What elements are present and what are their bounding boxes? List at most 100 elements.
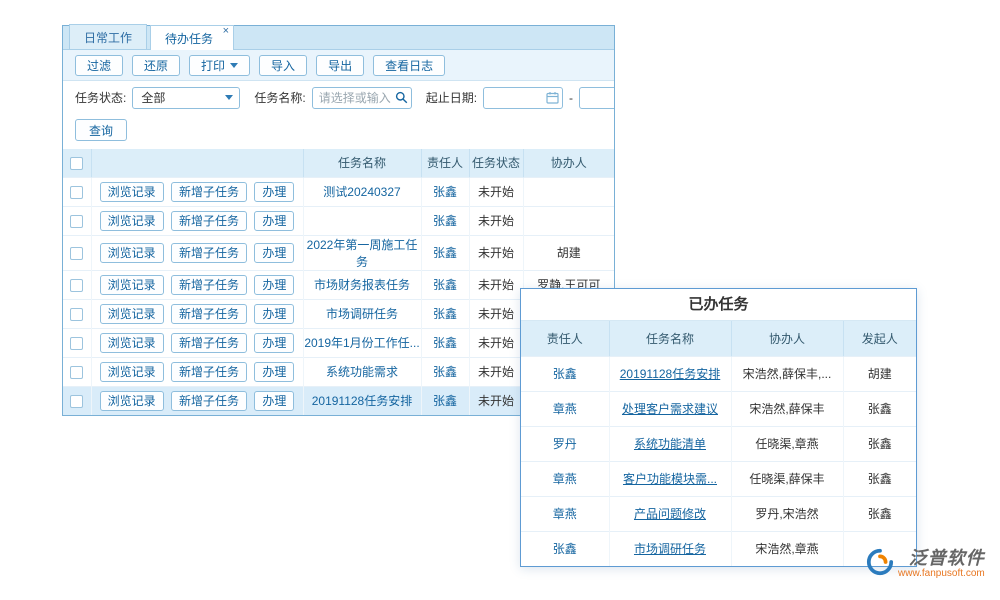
- add-subtask-button[interactable]: 新增子任务: [171, 304, 247, 324]
- add-subtask-button[interactable]: 新增子任务: [171, 391, 247, 411]
- task-name-link[interactable]: 客户功能模块需...: [623, 472, 717, 486]
- status-select-value: 全部: [141, 89, 165, 106]
- owner-link[interactable]: 张鑫: [433, 365, 457, 379]
- export-button[interactable]: 导出: [316, 55, 364, 76]
- tab-bar: 日常工作 待办任务 ×: [63, 26, 614, 50]
- handle-button[interactable]: 办理: [254, 275, 294, 295]
- row-checkbox[interactable]: [70, 279, 83, 292]
- owner-link[interactable]: 张鑫: [433, 394, 457, 408]
- app-window: 日常工作 待办任务 × 过滤 还原 打印 导入 导出 查看日志 任务状态: 全部: [0, 0, 1000, 600]
- handle-button[interactable]: 办理: [254, 362, 294, 382]
- owner-link[interactable]: 张鑫: [433, 246, 457, 260]
- done-table: 责任人 任务名称 协办人 发起人 张鑫 20191128任务安排 宋浩然,薛保丰…: [521, 321, 916, 566]
- task-name-link[interactable]: 系统功能需求: [326, 365, 398, 379]
- browse-records-button[interactable]: 浏览记录: [100, 275, 164, 295]
- query-row: 查询: [63, 114, 614, 149]
- handle-button[interactable]: 办理: [254, 391, 294, 411]
- view-log-button[interactable]: 查看日志: [373, 55, 445, 76]
- column-header-task-name: 任务名称: [609, 321, 731, 356]
- owner-link[interactable]: 张鑫: [433, 278, 457, 292]
- owner-link[interactable]: 罗丹: [553, 437, 577, 451]
- task-name-link[interactable]: 20191128任务安排: [620, 367, 721, 381]
- table-row: 张鑫 20191128任务安排 宋浩然,薛保丰,... 胡建: [521, 356, 916, 391]
- chevron-down-icon: [225, 95, 233, 100]
- task-name-link[interactable]: 测试20240327: [323, 185, 400, 199]
- column-header-assist: 协办人: [523, 149, 614, 177]
- browse-records-button[interactable]: 浏览记录: [100, 304, 164, 324]
- handle-button[interactable]: 办理: [254, 304, 294, 324]
- owner-link[interactable]: 张鑫: [433, 336, 457, 350]
- tab-daily-work[interactable]: 日常工作: [69, 24, 147, 49]
- brand-url[interactable]: www.fanpusoft.com: [898, 568, 985, 580]
- browse-records-button[interactable]: 浏览记录: [100, 211, 164, 231]
- row-checkbox[interactable]: [70, 366, 83, 379]
- query-button[interactable]: 查询: [75, 119, 127, 141]
- add-subtask-button[interactable]: 新增子任务: [171, 211, 247, 231]
- table-row: 章燕 客户功能模块需... 任晓渠,薛保丰 张鑫: [521, 461, 916, 496]
- browse-records-button[interactable]: 浏览记录: [100, 182, 164, 202]
- row-checkbox[interactable]: [70, 247, 83, 260]
- row-checkbox[interactable]: [70, 186, 83, 199]
- browse-records-button[interactable]: 浏览记录: [100, 362, 164, 382]
- owner-link[interactable]: 张鑫: [433, 214, 457, 228]
- handle-button[interactable]: 办理: [254, 333, 294, 353]
- task-name-link[interactable]: 产品问题修改: [634, 507, 706, 521]
- add-subtask-button[interactable]: 新增子任务: [171, 243, 247, 263]
- row-checkbox[interactable]: [70, 215, 83, 228]
- date-to-input[interactable]: [579, 87, 614, 109]
- table-row: 章燕 产品问题修改 罗丹,宋浩然 张鑫: [521, 496, 916, 531]
- task-name-link[interactable]: 2022年第一周施工任务: [307, 238, 418, 269]
- handle-button[interactable]: 办理: [254, 211, 294, 231]
- owner-link[interactable]: 章燕: [553, 402, 577, 416]
- row-checkbox[interactable]: [70, 395, 83, 408]
- handle-button[interactable]: 办理: [254, 243, 294, 263]
- owner-link[interactable]: 张鑫: [553, 542, 577, 556]
- browse-records-button[interactable]: 浏览记录: [100, 391, 164, 411]
- task-name-link[interactable]: 系统功能清单: [634, 437, 706, 451]
- add-subtask-button[interactable]: 新增子任务: [171, 333, 247, 353]
- tab-todo-tasks[interactable]: 待办任务 ×: [150, 25, 234, 50]
- status-select[interactable]: 全部: [132, 87, 240, 109]
- date-to-wrap: [579, 87, 614, 109]
- table-row: 章燕 处理客户需求建议 宋浩然,薛保丰 张鑫: [521, 391, 916, 426]
- tab-label: 待办任务: [165, 32, 213, 46]
- owner-link[interactable]: 张鑫: [433, 307, 457, 321]
- column-header-task-name: 任务名称: [303, 149, 421, 177]
- import-button[interactable]: 导入: [259, 55, 307, 76]
- assist-cell: 宋浩然,章燕: [731, 531, 843, 566]
- handle-button[interactable]: 办理: [254, 182, 294, 202]
- print-button[interactable]: 打印: [189, 55, 250, 76]
- task-name-link[interactable]: 2019年1月份工作任...: [304, 336, 419, 350]
- add-subtask-button[interactable]: 新增子任务: [171, 362, 247, 382]
- done-panel-title: 已办任务: [521, 289, 916, 321]
- task-name-link[interactable]: 市场调研任务: [326, 307, 398, 321]
- column-header-owner: 责任人: [421, 149, 469, 177]
- search-icon[interactable]: [395, 91, 408, 107]
- filter-row: 任务状态: 全部 任务名称: 起止日期: -: [63, 81, 614, 114]
- initiator-cell: 张鑫: [843, 496, 916, 531]
- task-name-link[interactable]: 20191128任务安排: [312, 394, 413, 408]
- owner-link[interactable]: 章燕: [553, 507, 577, 521]
- owner-link[interactable]: 张鑫: [553, 367, 577, 381]
- select-all-checkbox[interactable]: [70, 157, 83, 170]
- row-checkbox[interactable]: [70, 337, 83, 350]
- task-name-link[interactable]: 市场调研任务: [634, 542, 706, 556]
- date-from-wrap: [483, 87, 563, 109]
- row-checkbox[interactable]: [70, 308, 83, 321]
- chevron-down-icon: [230, 63, 238, 68]
- filter-button[interactable]: 过滤: [75, 55, 123, 76]
- task-name-link[interactable]: 市场财务报表任务: [314, 278, 410, 292]
- restore-button[interactable]: 还原: [132, 55, 180, 76]
- owner-link[interactable]: 张鑫: [433, 185, 457, 199]
- close-tab-icon[interactable]: ×: [223, 25, 229, 37]
- task-name-link[interactable]: 处理客户需求建议: [622, 402, 718, 416]
- table-row: 罗丹 系统功能清单 任晓渠,章燕 张鑫: [521, 426, 916, 461]
- assist-cell: 任晓渠,章燕: [731, 426, 843, 461]
- add-subtask-button[interactable]: 新增子任务: [171, 182, 247, 202]
- add-subtask-button[interactable]: 新增子任务: [171, 275, 247, 295]
- initiator-cell: 张鑫: [843, 426, 916, 461]
- browse-records-button[interactable]: 浏览记录: [100, 333, 164, 353]
- calendar-icon[interactable]: [546, 91, 559, 107]
- owner-link[interactable]: 章燕: [553, 472, 577, 486]
- browse-records-button[interactable]: 浏览记录: [100, 243, 164, 263]
